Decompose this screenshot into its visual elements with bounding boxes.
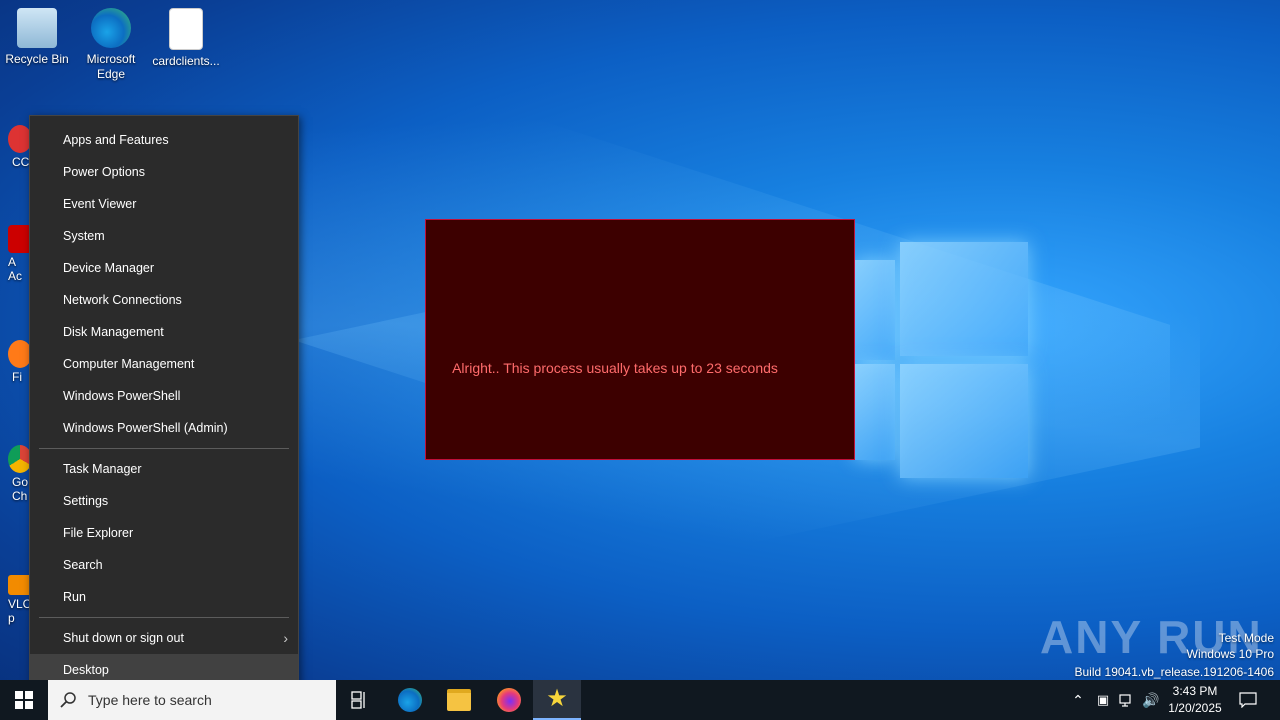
menu-item-shut-down-or-sign-out[interactable]: Shut down or sign out › xyxy=(30,622,298,654)
test-mode-label: Test Mode xyxy=(1218,631,1274,645)
menu-item-label: System xyxy=(63,229,105,243)
menu-separator xyxy=(39,448,289,449)
menu-item-label: Windows PowerShell (Admin) xyxy=(63,421,228,435)
tray-app-icon: ▣ xyxy=(1096,692,1110,707)
menu-item-settings[interactable]: Settings xyxy=(30,485,298,517)
desktop-icon-recycle-bin[interactable]: Recycle Bin xyxy=(2,8,72,67)
menu-item-power-options[interactable]: Power Options xyxy=(30,156,298,188)
menu-item-label: Desktop xyxy=(63,663,109,677)
menu-item-label: Windows PowerShell xyxy=(63,389,181,403)
notification-icon xyxy=(1239,692,1257,708)
menu-item-run[interactable]: Run xyxy=(30,581,298,613)
menu-item-system[interactable]: System xyxy=(30,220,298,252)
start-button[interactable] xyxy=(0,680,48,720)
volume-icon: 🔊 xyxy=(1142,691,1160,708)
windows-start-icon xyxy=(15,691,33,709)
star-icon: ★ xyxy=(546,685,568,712)
menu-item-label: Settings xyxy=(63,494,109,508)
menu-item-computer-management[interactable]: Computer Management xyxy=(30,348,298,380)
chevron-right-icon: › xyxy=(283,630,288,646)
recycle-bin-icon xyxy=(17,8,57,48)
menu-item-network-connections[interactable]: Network Connections xyxy=(30,284,298,316)
menu-item-windows-powershell[interactable]: Windows PowerShell xyxy=(30,380,298,412)
taskbar: Type here to search ★ ⌃ ▣ 🔊 3:43 PM 1/20… xyxy=(0,680,1280,720)
menu-item-disk-management[interactable]: Disk Management xyxy=(30,316,298,348)
menu-item-label: Run xyxy=(63,590,86,604)
edge-icon xyxy=(398,688,422,712)
menu-separator xyxy=(39,617,289,618)
task-view-button[interactable] xyxy=(336,680,384,720)
clock-date: 1/20/2025 xyxy=(1168,701,1222,715)
taskbar-search-box[interactable]: Type here to search xyxy=(48,680,336,720)
taskbar-file-explorer-button[interactable] xyxy=(435,680,483,720)
image-file-icon xyxy=(169,8,203,50)
desktop-icon-cardclients[interactable]: cardclients... xyxy=(151,8,221,69)
task-view-icon xyxy=(351,691,365,709)
desktop-icon-label: cardclients... xyxy=(152,54,220,68)
desktop-icon-label: CC xyxy=(12,155,30,169)
edge-icon xyxy=(91,8,131,48)
menu-item-windows-powershell-admin[interactable]: Windows PowerShell (Admin) xyxy=(30,412,298,444)
menu-item-apps-and-features[interactable]: Apps and Features xyxy=(30,124,298,156)
taskbar-active-app-button[interactable]: ★ xyxy=(533,680,581,720)
show-hidden-icons-button[interactable]: ⌃ xyxy=(1068,680,1088,720)
network-tray-button[interactable] xyxy=(1117,680,1137,720)
windows-build-label: Build 19041.vb_release.191206-1406 xyxy=(1074,665,1275,679)
folder-icon xyxy=(447,689,471,711)
network-icon xyxy=(1119,694,1131,707)
menu-item-label: Device Manager xyxy=(63,261,155,275)
chevron-up-icon: ⌃ xyxy=(1072,691,1084,708)
search-placeholder: Type here to search xyxy=(88,692,212,708)
tray-app-button[interactable]: ▣ xyxy=(1093,680,1113,720)
volume-tray-button[interactable]: 🔊 xyxy=(1141,680,1161,720)
menu-item-label: Event Viewer xyxy=(63,197,137,211)
menu-item-label: Apps and Features xyxy=(63,133,169,147)
desktop-icon-microsoft-edge[interactable]: Microsoft Edge xyxy=(76,8,146,82)
menu-item-file-explorer[interactable]: File Explorer xyxy=(30,517,298,549)
menu-item-label: Power Options xyxy=(63,165,145,179)
firefox-icon xyxy=(497,688,521,712)
action-center-button[interactable] xyxy=(1234,680,1262,720)
desktop-icon-label: A Ac xyxy=(8,255,23,283)
fake-process-dialog: Alright.. This process usually takes up … xyxy=(425,219,855,460)
menu-item-label: Network Connections xyxy=(63,293,182,307)
taskbar-edge-button[interactable] xyxy=(386,680,434,720)
menu-item-device-manager[interactable]: Device Manager xyxy=(30,252,298,284)
menu-item-label: Computer Management xyxy=(63,357,195,371)
windows-edition-label: Windows 10 Pro xyxy=(1186,647,1274,661)
windows-logo-wallpaper xyxy=(855,242,1030,478)
menu-item-label: Shut down or sign out xyxy=(63,631,184,645)
desktop-icon-label: Microsoft Edge xyxy=(86,52,136,81)
clock-time: 3:43 PM xyxy=(1172,684,1218,698)
menu-item-task-manager[interactable]: Task Manager xyxy=(30,453,298,485)
taskbar-clock[interactable]: 3:43 PM 1/20/2025 xyxy=(1160,683,1230,717)
menu-item-label: Disk Management xyxy=(63,325,164,339)
dialog-message: Alright.. This process usually takes up … xyxy=(452,360,778,376)
menu-item-label: Task Manager xyxy=(63,462,142,476)
menu-item-search[interactable]: Search xyxy=(30,549,298,581)
desktop-icon-label: VLC p xyxy=(8,597,32,625)
desktop-icon-label: Fi xyxy=(12,370,22,384)
power-user-menu: Apps and Features Power Options Event View… xyxy=(29,115,299,695)
menu-item-event-viewer[interactable]: Event Viewer xyxy=(30,188,298,220)
menu-item-label: Search xyxy=(63,558,103,572)
taskbar-firefox-button[interactable] xyxy=(485,680,533,720)
search-icon xyxy=(60,692,76,708)
desktop-icon-label: Recycle Bin xyxy=(5,52,69,66)
menu-item-label: File Explorer xyxy=(63,526,134,540)
